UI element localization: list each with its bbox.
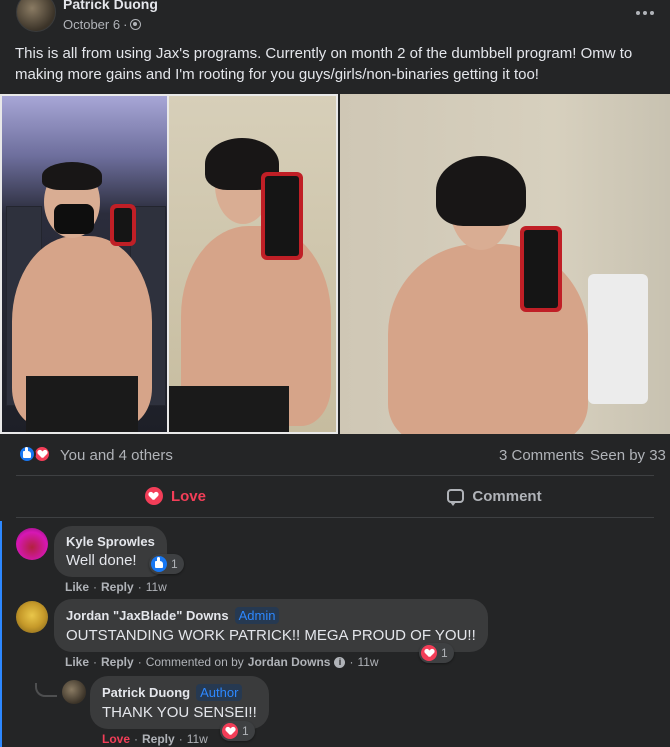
- commenter-avatar[interactable]: [62, 680, 86, 704]
- reactions-count[interactable]: You and 4 others: [60, 447, 173, 464]
- commenter-avatar[interactable]: [16, 528, 48, 560]
- comment-reaction-badge[interactable]: 1: [149, 554, 184, 574]
- comment-time[interactable]: 11w: [357, 655, 378, 669]
- comment-text: Well done!: [66, 552, 137, 569]
- divider: [16, 517, 654, 518]
- privacy-icon[interactable]: [130, 19, 142, 30]
- like-icon: [151, 556, 167, 572]
- commented-by-name[interactable]: Jordan Downs: [248, 655, 331, 669]
- author-badge: Author: [196, 684, 243, 701]
- love-link[interactable]: Love: [102, 732, 130, 746]
- comments-count[interactable]: 3 Comments: [499, 447, 584, 464]
- comment-time[interactable]: 11w: [187, 732, 208, 746]
- post-header: Patrick Duong October 6 ·: [0, 0, 670, 40]
- comment-text: THANK YOU SENSEI!!: [102, 704, 257, 721]
- commenter-name[interactable]: Kyle Sprowles: [66, 534, 155, 549]
- comment-icon: [447, 489, 465, 506]
- reaction-icons[interactable]: [18, 445, 54, 465]
- post-date[interactable]: October 6: [63, 17, 120, 32]
- more-options-icon[interactable]: [634, 4, 656, 22]
- divider: [16, 475, 654, 476]
- comment-time[interactable]: 11w: [146, 580, 167, 594]
- love-icon: [144, 487, 163, 505]
- commented-on-text: Commented on by: [145, 655, 244, 669]
- post-text: This is all from using Jax's programs. C…: [15, 45, 633, 83]
- comment-actions: Like · Reply · 11w: [65, 580, 167, 594]
- comment-button[interactable]: Comment: [335, 478, 654, 514]
- love-button-label: Love: [170, 487, 206, 505]
- comment-button-label: Comment: [472, 487, 542, 505]
- comment-actions: Love · Reply · 11w: [102, 732, 208, 746]
- photo-mirror-after[interactable]: [340, 94, 670, 434]
- seen-count[interactable]: Seen by 33: [590, 447, 666, 464]
- admin-badge: Admin: [234, 607, 280, 624]
- author-name[interactable]: Patrick Duong: [63, 0, 158, 12]
- meta-separator: ·: [123, 17, 128, 32]
- love-button[interactable]: Love: [16, 478, 335, 514]
- like-link[interactable]: Like: [65, 655, 89, 669]
- post-meta: October 6 ·: [63, 17, 142, 32]
- thread-highlight-line: [0, 521, 2, 747]
- reply-link[interactable]: Reply: [142, 732, 175, 746]
- reply-link[interactable]: Reply: [101, 580, 134, 594]
- photo-grid: [0, 94, 670, 434]
- comment-actions: Like · Reply · Commented on by Jordan Do…: [65, 655, 379, 669]
- like-link[interactable]: Like: [65, 580, 89, 594]
- commenter-name[interactable]: Jordan "JaxBlade" Downs Admin: [66, 607, 476, 624]
- love-icon: [222, 723, 238, 739]
- commenter-avatar[interactable]: [16, 601, 48, 633]
- photo-mirror-middle[interactable]: [169, 94, 338, 434]
- comment-reaction-badge[interactable]: 1: [419, 643, 454, 663]
- action-bar: Love Comment: [16, 478, 654, 514]
- like-icon: [18, 445, 36, 463]
- reply-link[interactable]: Reply: [101, 655, 134, 669]
- info-icon[interactable]: i: [334, 656, 346, 668]
- author-avatar[interactable]: [16, 0, 56, 32]
- reactions-summary: You and 4 others 3 Comments Seen by 33: [0, 441, 670, 469]
- reply-connector-line: [35, 683, 57, 697]
- commenter-name[interactable]: Patrick Duong Author: [102, 684, 257, 701]
- comment-text: OUTSTANDING WORK PATRICK!! MEGA PROUD OF…: [66, 627, 476, 644]
- love-icon: [421, 645, 437, 661]
- comment-reaction-badge[interactable]: 1: [220, 721, 255, 741]
- photo-gym-before[interactable]: [0, 94, 169, 434]
